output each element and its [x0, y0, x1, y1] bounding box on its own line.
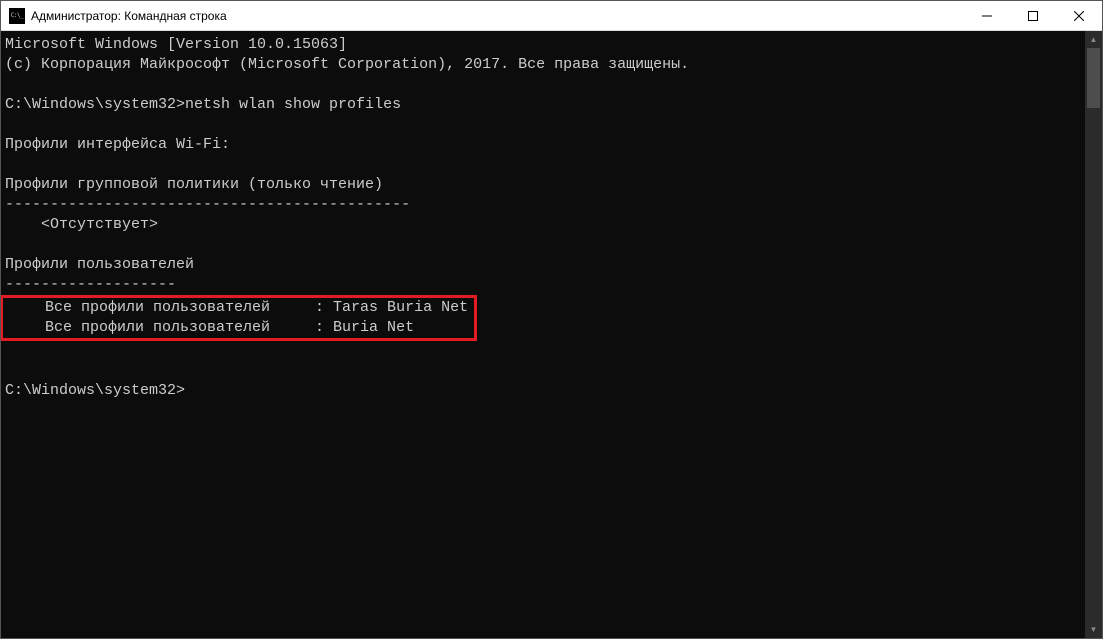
- blank-line: [5, 235, 1085, 255]
- prompt-line-1: C:\Windows\system32>netsh wlan show prof…: [5, 95, 1085, 115]
- maximize-button[interactable]: [1010, 1, 1056, 30]
- profile-entry-2: Все профили пользователей : Buria Net: [9, 318, 468, 338]
- window-controls: [964, 1, 1102, 30]
- scrollbar-track[interactable]: [1085, 48, 1102, 621]
- prompt-line-2: C:\Windows\system32>: [5, 381, 1085, 401]
- window-title: Администратор: Командная строка: [31, 9, 964, 23]
- group-policy-header: Профили групповой политики (только чтени…: [5, 175, 1085, 195]
- blank-line: [5, 75, 1085, 95]
- user-profiles-separator: -------------------: [5, 275, 1085, 295]
- blank-line: [5, 155, 1085, 175]
- blank-line: [5, 341, 1085, 361]
- copyright-line: (c) Корпорация Майкрософт (Microsoft Cor…: [5, 55, 1085, 75]
- blank-line: [5, 361, 1085, 381]
- minimize-icon: [982, 11, 992, 21]
- highlighted-profiles-box: Все профили пользователей : Taras Buria …: [1, 295, 477, 341]
- blank-line: [5, 115, 1085, 135]
- minimize-button[interactable]: [964, 1, 1010, 30]
- user-profiles-header: Профили пользователей: [5, 255, 1085, 275]
- maximize-icon: [1028, 11, 1038, 21]
- entered-command: netsh wlan show profiles: [185, 96, 401, 113]
- close-button[interactable]: [1056, 1, 1102, 30]
- close-icon: [1074, 11, 1084, 21]
- client-area: Microsoft Windows [Version 10.0.15063](c…: [1, 31, 1102, 638]
- absent-label: <Отсутствует>: [5, 215, 1085, 235]
- command-prompt-window: Администратор: Командная строка Microsof…: [0, 0, 1103, 639]
- prompt-path: C:\Windows\system32>: [5, 96, 185, 113]
- profile-entry-1: Все профили пользователей : Taras Buria …: [9, 298, 468, 318]
- group-policy-separator: ----------------------------------------…: [5, 195, 1085, 215]
- cmd-icon: [9, 8, 25, 24]
- titlebar[interactable]: Администратор: Командная строка: [1, 1, 1102, 31]
- scroll-down-arrow-icon[interactable]: ▼: [1085, 621, 1102, 638]
- scrollbar-thumb[interactable]: [1087, 48, 1100, 108]
- version-line: Microsoft Windows [Version 10.0.15063]: [5, 35, 1085, 55]
- console-output[interactable]: Microsoft Windows [Version 10.0.15063](c…: [1, 31, 1085, 638]
- interface-header: Профили интерфейса Wi-Fi:: [5, 135, 1085, 155]
- scroll-up-arrow-icon[interactable]: ▲: [1085, 31, 1102, 48]
- vertical-scrollbar[interactable]: ▲ ▼: [1085, 31, 1102, 638]
